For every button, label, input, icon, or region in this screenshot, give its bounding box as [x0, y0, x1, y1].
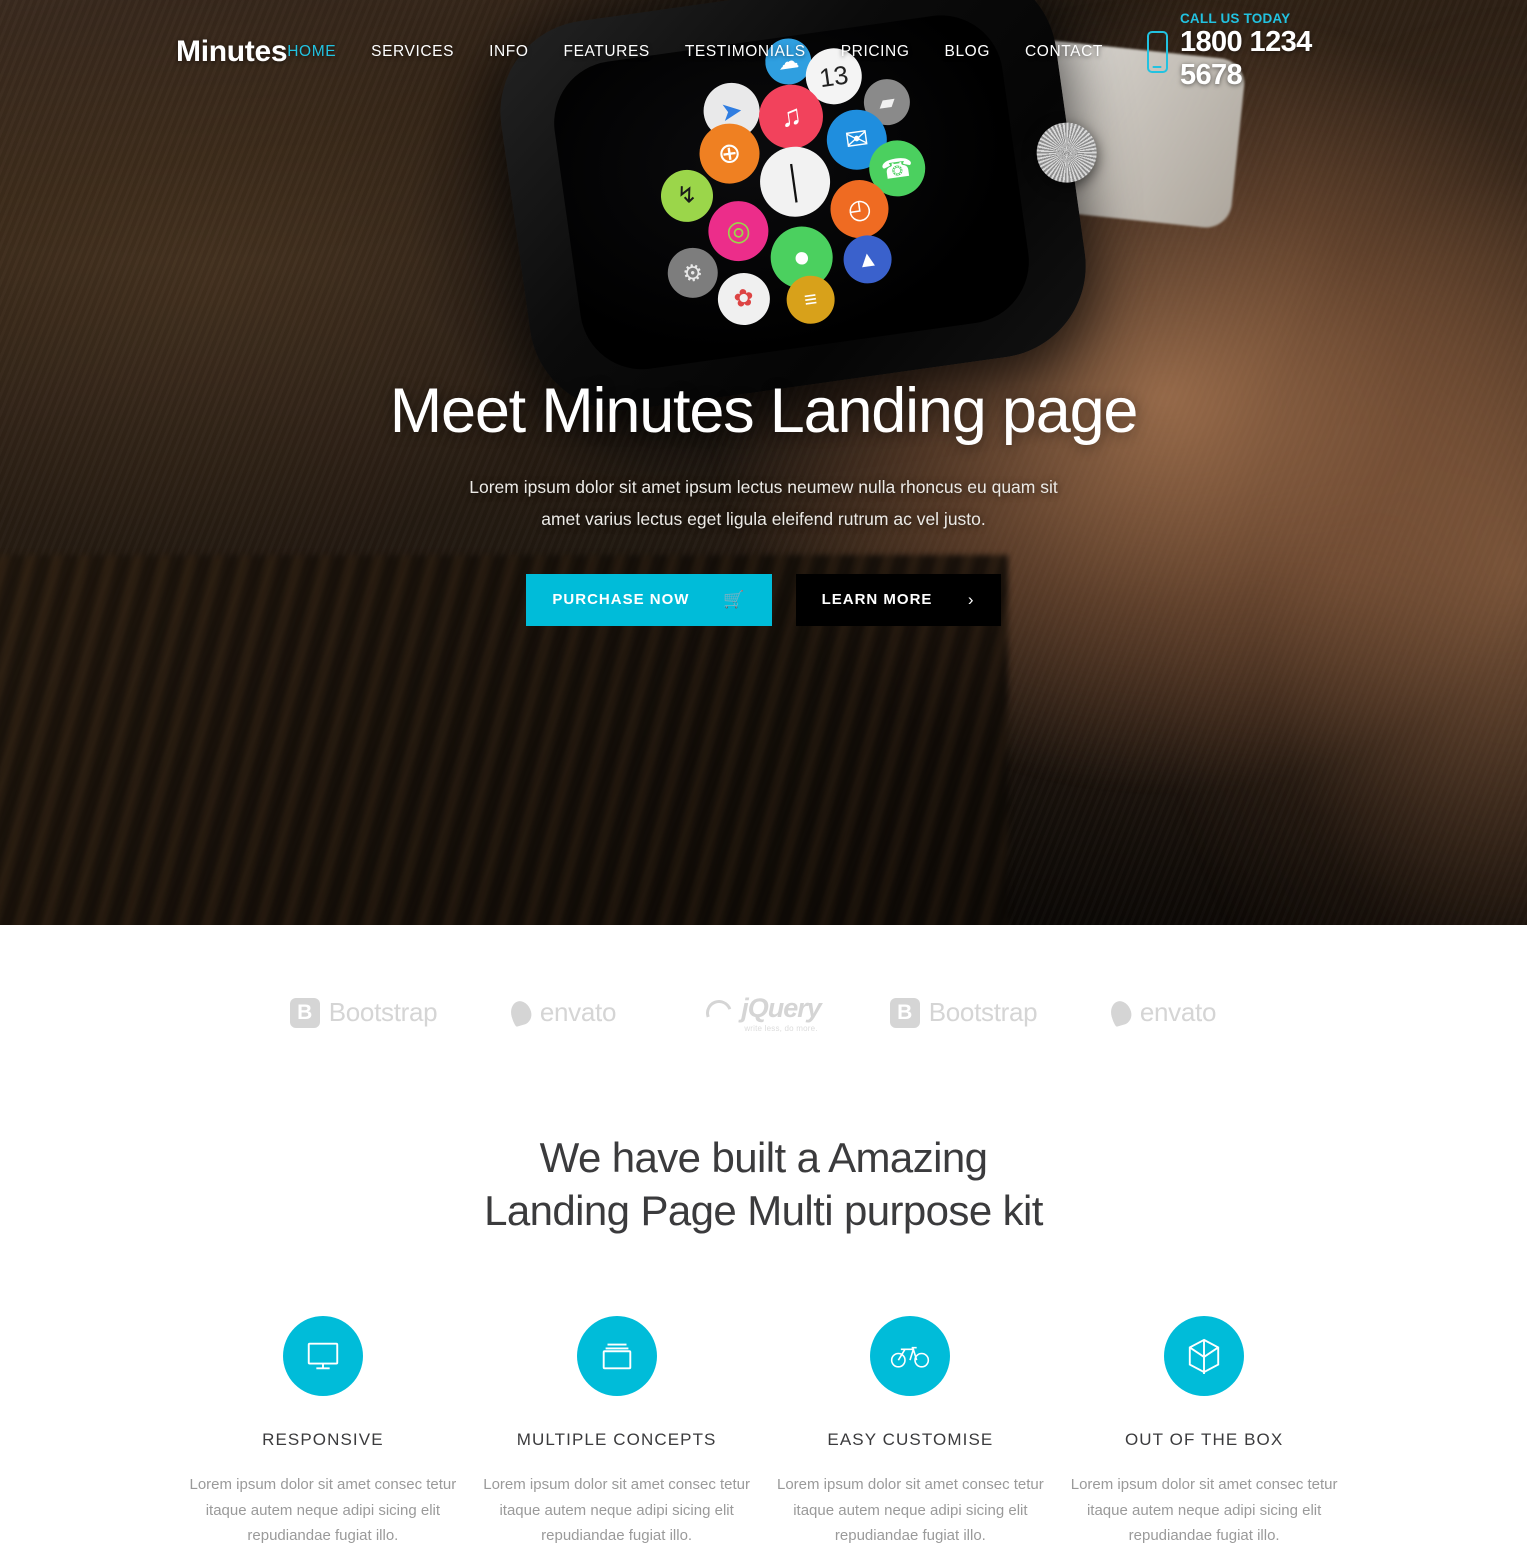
hero-section: ➤ ☁ 13 ♫ ▰ ⊕ ✉ ↯ │ ☎ ◎ ◴ ⚙ ● ✿ ▲ ≡ Minutes HOME SERVICES I…: [0, 0, 1527, 925]
logo-jquery-2: jQuery write less, do more.: [664, 993, 864, 1033]
feature-card: EASY CUSTOMISE Lorem ipsum dolor sit amet…: [764, 1315, 1058, 1549]
feature-title: MULTIPLE CONCEPTS: [516, 1429, 717, 1449]
jquery-tagline: write less, do more.: [744, 1023, 818, 1033]
nav-links: HOME SERVICES INFO FEATURES TESTIMONIALS PRIC…: [287, 43, 1103, 61]
call-us-block: CALL US TODAY 1800 1234 5678: [1146, 11, 1351, 92]
logo-label: jQuery: [741, 992, 822, 1023]
nav-item-contact[interactable]: CONTACT: [1025, 43, 1103, 61]
feature-text: Lorem ipsum dolor sit amet consec tetur …: [776, 1475, 1044, 1545]
nav-item-services[interactable]: SERVICES: [371, 43, 454, 61]
jquery-swirl-icon: [701, 995, 737, 1030]
section-title: We have built a Amazing Landing Page Mul…: [176, 1100, 1351, 1238]
feature-title: OUT OF THE BOX: [1124, 1429, 1284, 1449]
feature-text: Lorem ipsum dolor sit amet consec tetur …: [1070, 1475, 1338, 1545]
envato-leaf-icon: [1107, 998, 1134, 1027]
monitor-icon: [282, 1315, 363, 1396]
feature-list: RESPONSIVE Lorem ipsum dolor sit amet con…: [176, 1315, 1351, 1549]
hero-subtitle-line-2: amet varius lectus eget ligula eleifend …: [541, 509, 986, 530]
hero-subtitle-line-1: Lorem ipsum dolor sit amet ipsum lectus …: [469, 476, 1058, 497]
call-us-label: CALL US TODAY: [1179, 11, 1291, 27]
hero-title: Meet Minutes Landing page: [389, 376, 1139, 446]
nav-item-blog[interactable]: BLOG: [945, 43, 990, 61]
bootstrap-b-icon: B: [289, 997, 320, 1028]
logo-bootstrap-3: B Bootstrap: [864, 997, 1064, 1028]
envato-leaf-icon: [507, 998, 534, 1027]
logo-label: envato: [539, 997, 617, 1027]
feature-card: MULTIPLE CONCEPTS Lorem ipsum dolor sit a…: [470, 1315, 764, 1549]
phone-number[interactable]: 1800 1234 5678: [1180, 26, 1351, 92]
purchase-now-label: PURCHASE NOW: [552, 591, 690, 609]
windows-stack-icon: [576, 1315, 657, 1396]
nav-item-pricing[interactable]: PRICING: [841, 43, 910, 61]
client-logo-strip: B Bootstrap envato jQuery write less, do mor…: [0, 925, 1527, 1100]
section-title-line-2: Landing Page Multi purpose kit: [484, 1186, 1043, 1234]
logo-bootstrap-0: B Bootstrap: [264, 997, 464, 1028]
hero-copy: Meet Minutes Landing page Lorem ipsum do…: [0, 378, 1527, 626]
purchase-now-button[interactable]: PURCHASE NOW 🛒: [526, 573, 772, 626]
feature-title: EASY CUSTOMISE: [827, 1429, 994, 1449]
learn-more-button[interactable]: LEARN MORE ›: [795, 573, 1001, 626]
logo-envato-1: envato: [464, 997, 664, 1028]
learn-more-label: LEARN MORE: [821, 591, 933, 609]
nav-item-testimonials[interactable]: TESTIMONIALS: [685, 43, 806, 61]
chevron-right-icon: ›: [967, 589, 975, 609]
shopping-cart-icon: 🛒: [723, 589, 746, 609]
nav-item-info[interactable]: INFO: [489, 43, 528, 61]
logo-envato-4: envato: [1064, 997, 1264, 1028]
nav-item-home[interactable]: HOME: [287, 43, 336, 61]
feature-title: RESPONSIVE: [262, 1429, 384, 1449]
feature-text: Lorem ipsum dolor sit amet consec tetur …: [483, 1475, 751, 1545]
section-title-line-1: We have built a Amazing: [539, 1134, 988, 1181]
feature-card: RESPONSIVE Lorem ipsum dolor sit amet con…: [176, 1315, 470, 1549]
logo-label: envato: [1139, 997, 1217, 1027]
site-logo[interactable]: Minutes: [176, 35, 288, 69]
bicycle-icon: [870, 1315, 951, 1396]
feature-text: Lorem ipsum dolor sit amet consec tetur …: [189, 1475, 457, 1545]
main-navigation: Minutes HOME SERVICES INFO FEATURES TESTIMON…: [0, 0, 1527, 104]
logo-label: Bootstrap: [328, 997, 438, 1027]
feature-card: OUT OF THE BOX Lorem ipsum dolor sit amet…: [1057, 1315, 1351, 1549]
hero-subtitle: Lorem ipsum dolor sit amet ipsum lectus …: [0, 471, 1527, 536]
features-section: We have built a Amazing Landing Page Mul…: [0, 1100, 1527, 1550]
nav-item-features[interactable]: FEATURES: [564, 43, 650, 61]
bootstrap-b-icon: B: [889, 997, 920, 1028]
cube-box-icon: [1164, 1315, 1245, 1396]
hero-buttons: PURCHASE NOW 🛒 LEARN MORE ›: [0, 573, 1527, 626]
logo-label: Bootstrap: [928, 997, 1038, 1027]
mobile-phone-icon: [1146, 31, 1168, 73]
